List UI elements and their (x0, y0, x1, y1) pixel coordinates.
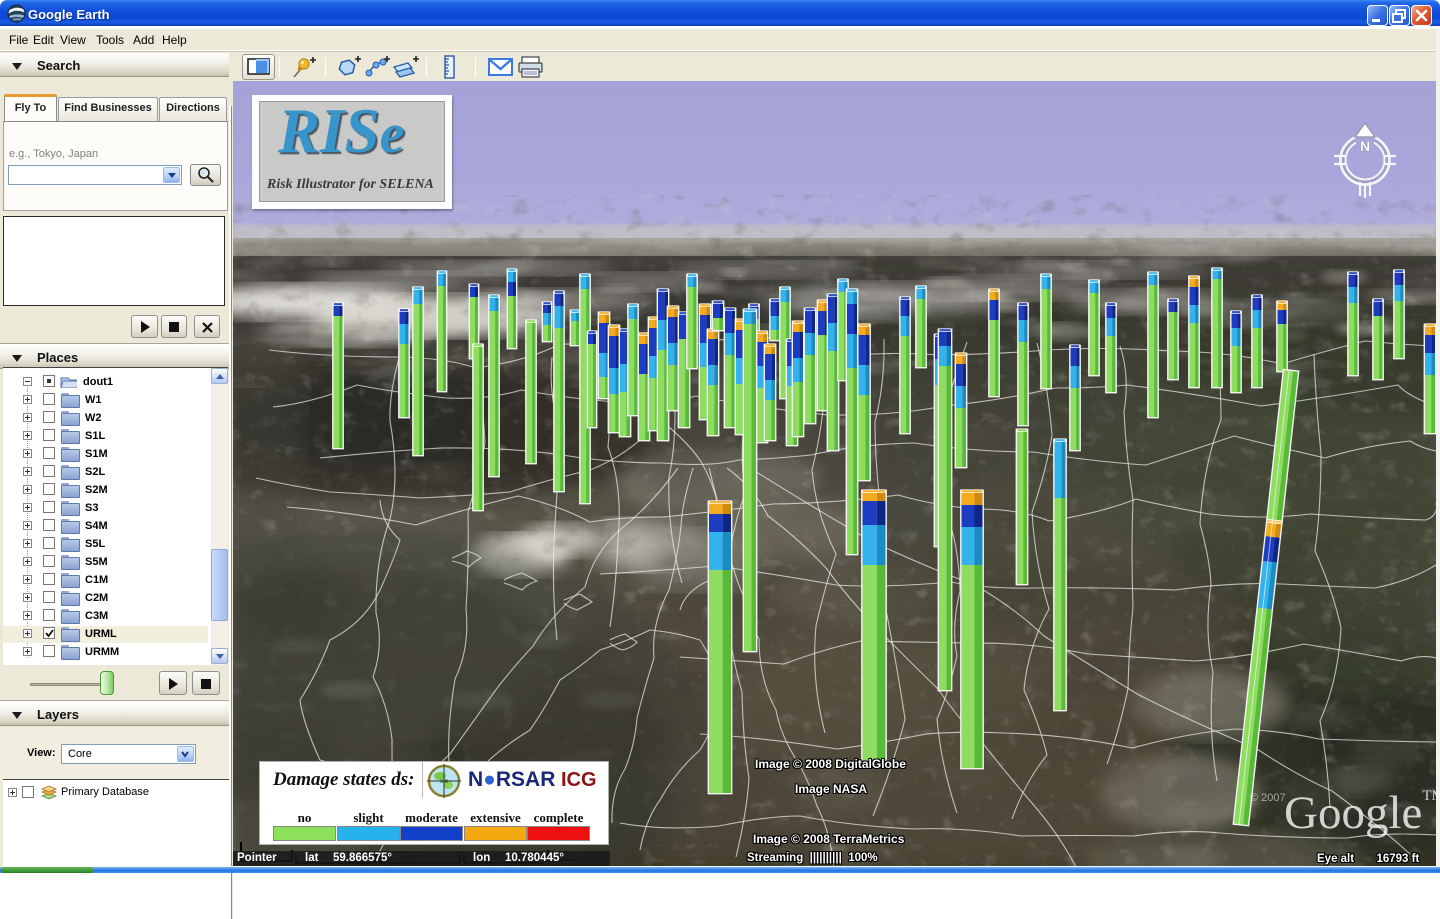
svg-text:intl: intl (440, 779, 448, 785)
svg-text:N: N (1360, 138, 1370, 154)
